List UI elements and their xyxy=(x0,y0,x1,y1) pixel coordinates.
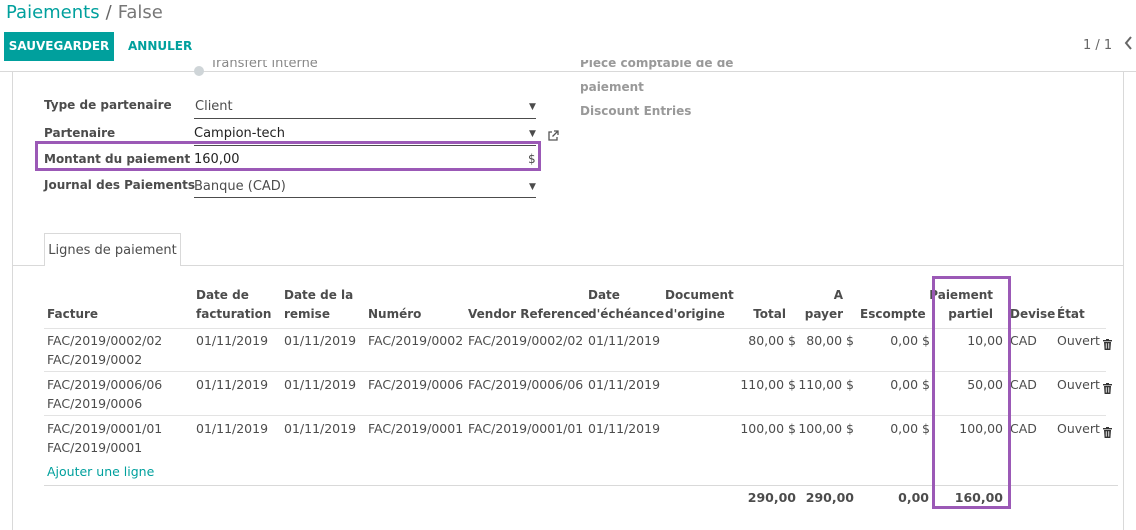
trash-icon[interactable] xyxy=(1103,423,1112,442)
cell-invoice-date: 01/11/2019 xyxy=(196,333,269,348)
cell-state: Ouvert xyxy=(1057,377,1100,392)
cell-remise-date: 01/11/2019 xyxy=(284,377,357,392)
table-row[interactable]: FAC/2019/0002/02 FAC/2019/0002 xyxy=(47,331,162,369)
cell-number: FAC/2019/0001 xyxy=(368,421,464,436)
col-header-vendor-reference[interactable]: Vendor Reference xyxy=(468,305,589,324)
cell-number: FAC/2019/0002 xyxy=(368,333,464,348)
chevron-down-icon[interactable]: ▼ xyxy=(529,182,536,192)
trash-icon[interactable] xyxy=(1103,379,1112,398)
sheet-border-right xyxy=(1123,72,1124,530)
cell-number: FAC/2019/0006 xyxy=(368,377,464,392)
col-header-due-date[interactable]: Date d'échéance xyxy=(588,286,664,324)
chevron-left-icon[interactable] xyxy=(1124,36,1133,54)
cell-to-pay: 100,00 $ xyxy=(798,421,854,436)
journal-entry-label-line2: paiement xyxy=(580,80,644,94)
cell-vendor-reference: FAC/2019/0006/06 xyxy=(468,377,584,392)
to-pay-sum: 290,00 xyxy=(805,490,854,505)
journal-entry-label-partial: Pièce comptable de de xyxy=(580,60,734,70)
table-row[interactable]: FAC/2019/0006/06 FAC/2019/0006 xyxy=(47,375,162,413)
breadcrumb: Paiements / False xyxy=(6,2,163,23)
cell-total: 80,00 $ xyxy=(748,333,796,348)
breadcrumb-parent-link[interactable]: Paiements xyxy=(6,2,100,23)
payment-amount-label: Montant du paiement xyxy=(44,152,191,166)
table-row[interactable]: FAC/2019/0001/01 FAC/2019/0001 xyxy=(47,419,162,457)
add-line-link[interactable]: Ajouter une ligne xyxy=(47,464,154,479)
col-header-invoice[interactable]: Facture xyxy=(47,305,98,324)
discount-sum: 0,00 xyxy=(898,490,929,505)
cell-invoice-date: 01/11/2019 xyxy=(196,377,269,392)
cell-vendor-reference: FAC/2019/0002/02 xyxy=(468,333,584,348)
cell-state: Ouvert xyxy=(1057,333,1100,348)
external-link-icon[interactable] xyxy=(547,127,559,141)
col-header-state[interactable]: État xyxy=(1057,305,1085,324)
cell-invoice-date: 01/11/2019 xyxy=(196,421,269,436)
payment-journal-select[interactable]: Banque (CAD) xyxy=(194,179,286,194)
cell-discount: 0,00 $ xyxy=(890,377,930,392)
cell-due-date: 01/11/2019 xyxy=(588,421,661,436)
highlight-partial-payment-column xyxy=(932,276,1011,509)
tab-payment-lines[interactable]: Lignes de paiement xyxy=(44,233,181,266)
cell-currency: CAD xyxy=(1010,333,1037,348)
cell-remise-date: 01/11/2019 xyxy=(284,421,357,436)
partner-type-underline xyxy=(194,118,536,119)
col-header-total[interactable]: Total xyxy=(700,305,786,324)
cell-currency: CAD xyxy=(1010,377,1037,392)
col-header-remise-date[interactable]: Date de la remise xyxy=(284,286,353,324)
cancel-button[interactable]: ANNULER xyxy=(128,32,192,61)
radio-internal-transfer[interactable] xyxy=(194,66,204,76)
cell-discount: 0,00 $ xyxy=(890,421,930,436)
col-header-invoice-date[interactable]: Date de facturation xyxy=(196,286,271,324)
cell-total: 110,00 $ xyxy=(740,377,796,392)
cell-currency: CAD xyxy=(1010,421,1037,436)
pager-value[interactable]: 1 / 1 xyxy=(1083,38,1112,53)
save-button[interactable]: SAUVEGARDER xyxy=(4,32,114,61)
cell-state: Ouvert xyxy=(1057,421,1100,436)
cell-discount: 0,00 $ xyxy=(890,333,930,348)
trash-icon[interactable] xyxy=(1103,335,1112,354)
breadcrumb-current: False xyxy=(117,2,163,23)
cell-remise-date: 01/11/2019 xyxy=(284,333,357,348)
partner-select[interactable]: Campion-tech xyxy=(194,126,285,141)
payment-journal-underline xyxy=(194,197,536,198)
payment-journal-label: Journal des Paiements xyxy=(44,178,196,192)
discount-entries-label: Discount Entries xyxy=(580,104,692,118)
partner-label: Partenaire xyxy=(44,126,116,140)
breadcrumb-separator: / xyxy=(105,2,112,23)
total-sum: 290,00 xyxy=(747,490,796,505)
chevron-down-icon[interactable]: ▼ xyxy=(529,129,536,139)
cell-to-pay: 80,00 $ xyxy=(806,333,854,348)
cell-due-date: 01/11/2019 xyxy=(588,377,661,392)
payment-amount-input[interactable]: 160,00 xyxy=(194,152,240,167)
control-panel-divider xyxy=(0,71,1136,72)
col-header-currency[interactable]: Devise xyxy=(1010,305,1055,324)
cell-to-pay: 110,00 $ xyxy=(798,377,854,392)
partner-type-label: Type de partenaire xyxy=(44,98,172,112)
cell-vendor-reference: FAC/2019/0001/01 xyxy=(468,421,584,436)
sheet-border-left xyxy=(12,72,13,530)
internal-transfer-label-partial: Transfert interne xyxy=(210,60,318,71)
currency-symbol: $ xyxy=(528,152,536,166)
cell-total: 100,00 $ xyxy=(740,421,796,436)
cell-due-date: 01/11/2019 xyxy=(588,333,661,348)
col-header-to-pay[interactable]: Apayer xyxy=(790,286,843,324)
partner-type-select[interactable]: Client xyxy=(195,99,233,114)
col-header-number[interactable]: Numéro xyxy=(368,305,421,324)
chevron-down-icon[interactable]: ▼ xyxy=(529,102,536,112)
